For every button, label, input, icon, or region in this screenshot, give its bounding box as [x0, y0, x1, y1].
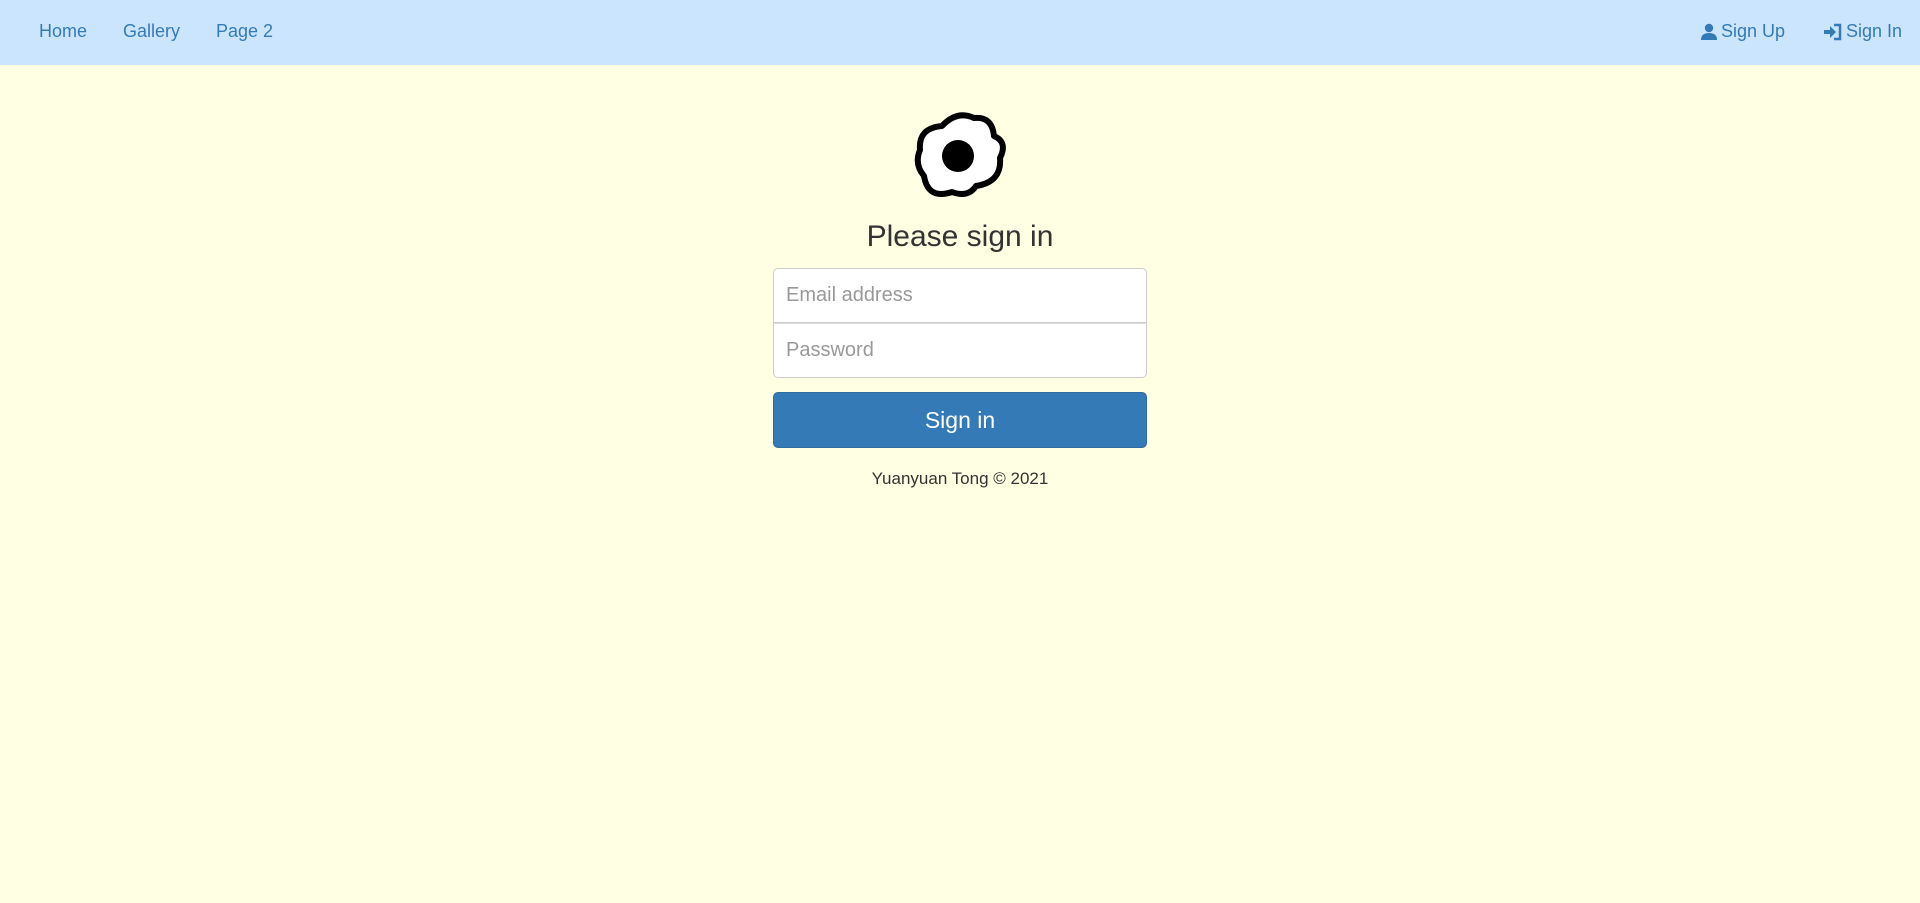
email-input[interactable] — [773, 268, 1147, 323]
password-input[interactable] — [773, 323, 1147, 378]
nav-gallery-label: Gallery — [123, 21, 181, 41]
nav-page2-label: Page 2 — [216, 21, 274, 41]
sign-up-label: Sign Up — [1721, 21, 1786, 41]
footer-copyright: Yuanyuan Tong © 2021 — [871, 469, 1049, 488]
sign-in-button[interactable]: Sign in — [773, 392, 1147, 448]
page-title: Please sign in — [866, 220, 1054, 253]
sign-in-link[interactable]: Sign In — [1823, 0, 1902, 63]
sign-up-link[interactable]: Sign Up — [1700, 0, 1785, 63]
sign-in-label: Sign In — [1846, 21, 1903, 41]
nav-home-link[interactable]: Home — [39, 0, 87, 63]
nav-page2-link[interactable]: Page 2 — [216, 0, 273, 63]
nav-gallery-link[interactable]: Gallery — [123, 0, 180, 63]
navbar: Home Gallery Page 2 Sign Up Sign In — [0, 0, 1920, 65]
fried-egg-icon — [912, 106, 1008, 202]
log-in-icon — [1823, 23, 1843, 41]
user-icon — [1700, 23, 1718, 41]
nav-home-label: Home — [39, 21, 88, 41]
